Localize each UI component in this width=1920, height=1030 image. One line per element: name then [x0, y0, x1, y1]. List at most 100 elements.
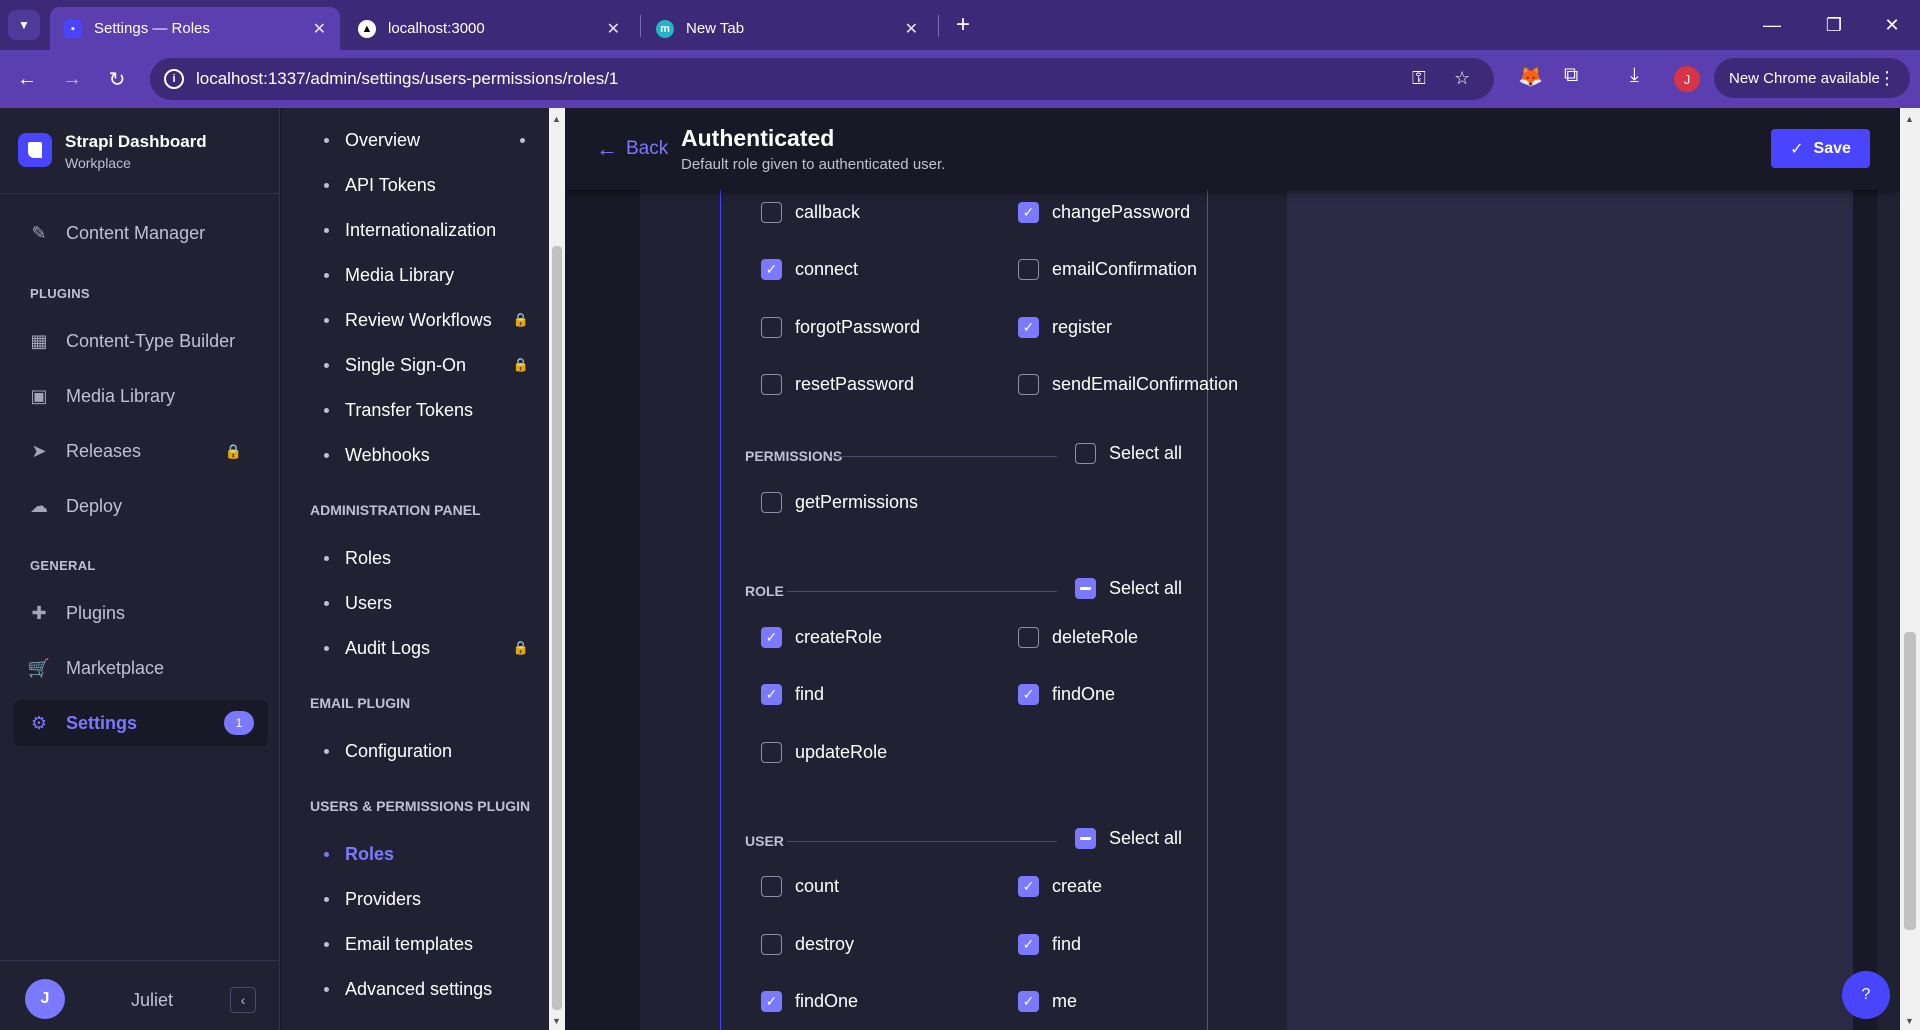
checkbox[interactable]	[1075, 443, 1096, 464]
subnav-email-templates[interactable]: Email templates	[281, 924, 549, 964]
checkbox[interactable]	[761, 934, 782, 955]
minimize-button[interactable]: —	[1752, 10, 1792, 40]
checkbox-updateRole[interactable]: updateRole	[761, 742, 887, 763]
checkbox-user-findOne[interactable]: ✓ findOne	[761, 991, 858, 1012]
subnav-audit-logs[interactable]: Audit Logs 🔒	[281, 628, 549, 668]
scroll-down-arrow-icon[interactable]: ▼	[1905, 1016, 1914, 1026]
scroll-down-arrow-icon[interactable]: ▼	[552, 1016, 561, 1026]
fox-extension-icon[interactable]: 🦊	[1518, 64, 1543, 89]
user-avatar[interactable]: J	[25, 979, 65, 1019]
scroll-up-arrow-icon[interactable]: ▲	[1905, 114, 1914, 124]
checkbox[interactable]: ✓	[1018, 991, 1039, 1012]
password-key-icon[interactable]: ⚿	[1412, 68, 1426, 89]
subnav-advanced-settings[interactable]: Advanced settings	[281, 969, 549, 1009]
back-link[interactable]: ← Back	[596, 136, 668, 162]
subnav-overview[interactable]: Overview	[281, 120, 549, 160]
nav-releases[interactable]: ➤ Releases 🔒	[14, 428, 268, 474]
checkbox[interactable]	[761, 492, 782, 513]
select-all-permissions[interactable]: Select all	[1075, 443, 1182, 464]
checkbox-indeterminate[interactable]	[1075, 828, 1096, 849]
checkbox[interactable]	[1018, 374, 1039, 395]
chrome-update-button[interactable]: New Chrome available ⋮	[1714, 58, 1910, 98]
reload-button[interactable]: ↻	[102, 64, 132, 94]
site-info-icon[interactable]: i	[164, 69, 184, 89]
bookmark-star-icon[interactable]: ☆	[1454, 68, 1470, 89]
extensions-puzzle-icon[interactable]: ⧉	[1564, 64, 1578, 87]
checkbox[interactable]	[1018, 259, 1039, 280]
tab-search-button[interactable]: ▼	[8, 10, 40, 40]
close-tab-icon[interactable]: ✕	[313, 19, 326, 39]
checkbox-deleteRole[interactable]: deleteRole	[1018, 627, 1138, 648]
scrollbar-thumb[interactable]	[552, 246, 562, 1010]
subnav-scrollbar[interactable]: ▲ ▼	[549, 108, 565, 1030]
checkbox-connect[interactable]: ✓ connect	[761, 259, 858, 280]
nav-media-library[interactable]: ▣ Media Library	[14, 373, 268, 419]
checkbox[interactable]: ✓	[1018, 876, 1039, 897]
subnav-users[interactable]: Users	[281, 583, 549, 623]
download-icon[interactable]: ⤓	[1630, 64, 1639, 87]
subnav-api-tokens[interactable]: API Tokens	[281, 165, 549, 205]
new-tab-button[interactable]: +	[948, 10, 978, 40]
subnav-media-library[interactable]: Media Library	[281, 255, 549, 295]
subnav-internationalization[interactable]: Internationalization	[281, 210, 549, 250]
help-button[interactable]: ?	[1842, 971, 1890, 1019]
checkbox-resetPassword[interactable]: resetPassword	[761, 374, 914, 395]
checkbox-changePassword[interactable]: ✓ changePassword	[1018, 202, 1190, 223]
checkbox[interactable]: ✓	[1018, 934, 1039, 955]
checkbox-create[interactable]: ✓ create	[1018, 876, 1102, 897]
nav-deploy[interactable]: ☁ Deploy	[14, 483, 268, 529]
checkbox-emailConfirmation[interactable]: emailConfirmation	[1018, 259, 1197, 280]
checkbox[interactable]	[761, 876, 782, 897]
checkbox-role-find[interactable]: ✓ find	[761, 684, 824, 705]
nav-content-type-builder[interactable]: ▦ Content-Type Builder	[14, 318, 268, 364]
checkbox-callback[interactable]: callback	[761, 202, 860, 223]
checkbox[interactable]: ✓	[761, 627, 782, 648]
subnav-single-sign-on[interactable]: Single Sign-On 🔒	[281, 345, 549, 385]
checkbox-role-findOne[interactable]: ✓ findOne	[1018, 684, 1115, 705]
nav-content-manager[interactable]: ✎ Content Manager	[14, 210, 268, 256]
back-nav-button[interactable]: ←	[12, 64, 42, 94]
checkbox-forgotPassword[interactable]: forgotPassword	[761, 317, 920, 338]
select-all-user[interactable]: Select all	[1075, 828, 1182, 849]
checkbox-indeterminate[interactable]	[1075, 578, 1096, 599]
restore-button[interactable]: ❐	[1814, 10, 1854, 40]
close-tab-icon[interactable]: ✕	[607, 19, 620, 39]
subnav-up-roles[interactable]: Roles	[281, 834, 549, 874]
checkbox-me[interactable]: ✓ me	[1018, 991, 1077, 1012]
browser-tab-new-tab[interactable]: m New Tab ✕	[642, 7, 932, 50]
checkbox[interactable]	[761, 374, 782, 395]
checkbox[interactable]	[761, 317, 782, 338]
nav-marketplace[interactable]: 🛒 Marketplace	[14, 645, 268, 691]
checkbox-count[interactable]: count	[761, 876, 839, 897]
subnav-review-workflows[interactable]: Review Workflows 🔒	[281, 300, 549, 340]
select-all-role[interactable]: Select all	[1075, 578, 1182, 599]
browser-tab-localhost[interactable]: ▲ localhost:3000 ✕	[344, 7, 634, 50]
checkbox-destroy[interactable]: destroy	[761, 934, 854, 955]
checkbox-sendEmailConfirmation[interactable]: sendEmailConfirmation	[1018, 374, 1238, 395]
browser-tab-settings-roles[interactable]: ▪ Settings — Roles ✕	[50, 7, 340, 50]
checkbox-user-find[interactable]: ✓ find	[1018, 934, 1081, 955]
nav-settings[interactable]: ⚙ Settings 1	[14, 700, 268, 746]
page-scrollbar[interactable]: ▲ ▼	[1900, 108, 1920, 1030]
checkbox[interactable]: ✓	[1018, 684, 1039, 705]
checkbox-register[interactable]: ✓ register	[1018, 317, 1112, 338]
checkbox[interactable]	[1018, 627, 1039, 648]
nav-plugins[interactable]: ✚ Plugins	[14, 590, 268, 636]
close-tab-icon[interactable]: ✕	[905, 19, 918, 39]
address-bar[interactable]: i localhost:1337/admin/settings/users-pe…	[150, 58, 1494, 100]
subnav-transfer-tokens[interactable]: Transfer Tokens	[281, 390, 549, 430]
close-window-button[interactable]: ✕	[1872, 10, 1912, 40]
scroll-up-arrow-icon[interactable]: ▲	[552, 114, 561, 124]
subnav-webhooks[interactable]: Webhooks	[281, 435, 549, 475]
scrollbar-thumb[interactable]	[1904, 632, 1916, 930]
profile-avatar[interactable]: J	[1674, 66, 1700, 92]
checkbox-getPermissions[interactable]: getPermissions	[761, 492, 918, 513]
checkbox[interactable]: ✓	[1018, 202, 1039, 223]
checkbox[interactable]: ✓	[761, 259, 782, 280]
checkbox[interactable]: ✓	[1018, 317, 1039, 338]
checkbox[interactable]	[761, 742, 782, 763]
forward-nav-button[interactable]: →	[57, 64, 87, 94]
subnav-admin-roles[interactable]: Roles	[281, 538, 549, 578]
subnav-providers[interactable]: Providers	[281, 879, 549, 919]
save-button[interactable]: ✓ Save	[1771, 129, 1870, 168]
